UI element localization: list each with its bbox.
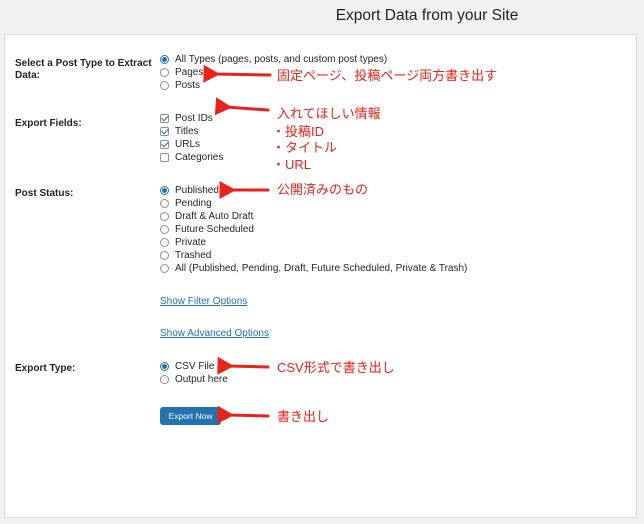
arrow-csv — [217, 356, 270, 375]
annotation-export-note: 書き出し — [277, 409, 330, 424]
annotation-pages-note: 固定ページ、投稿ページ両方書き出す — [277, 68, 498, 83]
annotation-csv-note: CSV形式で書き出し — [277, 360, 395, 375]
annotation-fields-note-1: 入れてほしい情報 — [277, 106, 381, 121]
arrow-fields — [214, 97, 270, 116]
arrow-export — [217, 405, 270, 424]
annotation-status-note: 公開済みのもの — [277, 182, 369, 197]
arrow-pages — [203, 64, 272, 83]
annotation-fields-note-2: ・投稿ID — [272, 124, 325, 139]
annotation-fields-note-3: ・タイトル — [272, 140, 338, 155]
annotation-fields-note-4: ・URL — [272, 157, 312, 172]
